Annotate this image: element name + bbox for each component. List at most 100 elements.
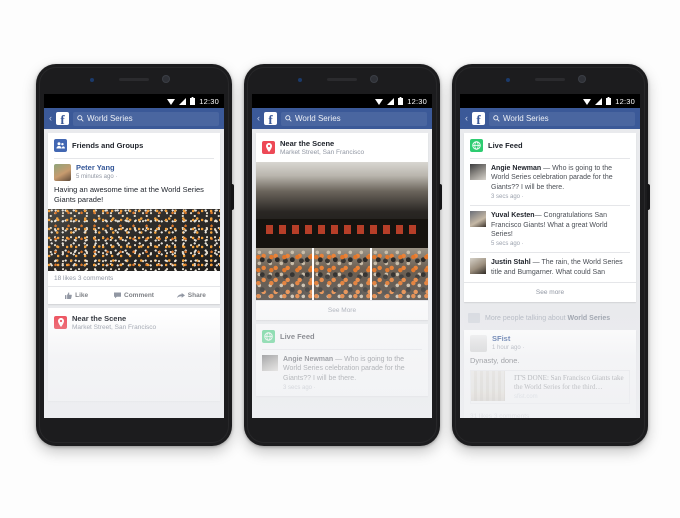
status-bar: 12:30 — [252, 94, 432, 108]
live-feed-dash: — — [534, 212, 544, 220]
grid-photo-3[interactable] — [371, 248, 428, 300]
section-header-live-feed[interactable]: Live Feed — [464, 133, 636, 158]
avatar[interactable] — [470, 258, 486, 275]
search-icon — [285, 115, 292, 122]
avatar[interactable] — [470, 335, 487, 352]
phone-screen-1: 12:30 ‹ f World Series Friends and Group… — [44, 94, 224, 418]
power-button[interactable] — [647, 184, 650, 210]
comment-button[interactable]: Comment — [105, 287, 162, 304]
near-scene-hero-photo[interactable] — [256, 162, 428, 248]
location-pin-icon — [54, 315, 67, 329]
more-people-talking-row[interactable]: More people talking about World Series — [460, 306, 640, 330]
near-the-scene-card: Near the Scene Market Street, San Franci… — [48, 307, 220, 401]
section-header-live-feed[interactable]: Live Feed — [256, 324, 428, 349]
post-stats[interactable]: 18 likes 3 comments — [48, 271, 220, 286]
section-header-friends[interactable]: Friends and Groups — [48, 133, 220, 158]
more-people-prefix: More people talking about — [485, 314, 568, 322]
live-feed-dash: — — [541, 165, 553, 172]
search-query-text: World Series — [503, 114, 549, 123]
search-icon — [493, 115, 500, 122]
section-header-near-scene[interactable]: Near the Scene Market Street, San Franci… — [48, 308, 220, 337]
near-scene-photo[interactable] — [48, 337, 220, 401]
share-button[interactable]: Share — [163, 287, 220, 304]
live-feed-item[interactable]: Justin Stahl — The rain, the World Serie… — [464, 253, 636, 282]
facebook-logo-icon[interactable]: f — [472, 112, 485, 127]
live-feed-text: Yuval Kesten— Congratulations San Franci… — [491, 211, 630, 239]
search-icon — [77, 115, 84, 122]
search-query-text: World Series — [295, 114, 341, 123]
battery-icon — [190, 94, 196, 110]
facebook-logo-icon[interactable]: f — [56, 112, 69, 126]
live-feed-item[interactable]: Yuval Kesten— Congratulations San Franci… — [464, 206, 636, 252]
post-text: Having an awesome time at the World Seri… — [54, 185, 204, 204]
live-feed-card: Live Feed Angie Newman — Who is going to… — [464, 133, 636, 302]
live-feed-timestamp: 3 secs ago · — [491, 194, 524, 201]
phone-screen-2: 12:30 ‹ f World Series Near the Scene Ma… — [252, 94, 432, 418]
avatar[interactable] — [470, 211, 486, 228]
live-feed-author[interactable]: Justin Stahl — [491, 259, 531, 266]
page-post-card: SFist 1 hour ago · Dynasty, done. IT'S D… — [464, 330, 636, 418]
signal-icon — [179, 94, 187, 110]
live-feed-author[interactable]: Yuval Kesten — [491, 212, 535, 219]
post-author-name[interactable]: SFist — [492, 334, 524, 344]
live-feed-dash: — — [530, 259, 542, 267]
live-feed-author[interactable]: Angie Newman — [283, 356, 333, 363]
live-feed-item[interactable]: Angie Newman — Who is going to the World… — [256, 350, 428, 396]
link-text-block: IT'S DONE: San Francisco Giants take the… — [510, 371, 629, 403]
power-button[interactable] — [439, 184, 442, 210]
feed-scroll-1[interactable]: Friends and Groups Peter Yang 5 minutes … — [44, 129, 224, 418]
live-feed-timestamp: 3 secs ago · — [283, 385, 316, 392]
share-label: Share — [187, 291, 206, 299]
facebook-logo-letter: f — [476, 112, 481, 127]
search-input[interactable]: World Series — [73, 111, 219, 126]
live-feed-item[interactable]: Angie Newman — Who is going to the World… — [464, 159, 636, 205]
back-icon[interactable]: ‹ — [257, 114, 260, 123]
see-more-button[interactable]: See More — [256, 300, 428, 320]
link-title[interactable]: IT'S DONE: San Francisco Giants take the… — [514, 374, 625, 392]
back-icon[interactable]: ‹ — [465, 114, 468, 123]
feed-scroll-2[interactable]: Near the Scene Market Street, San Franci… — [252, 129, 432, 418]
section-subtitle-near-scene: Market Street, San Francisco — [280, 149, 365, 156]
post-photo[interactable] — [48, 208, 220, 271]
back-icon[interactable]: ‹ — [49, 114, 52, 123]
wifi-icon — [583, 94, 592, 110]
post-header: Peter Yang 5 minutes ago · — [54, 163, 214, 181]
section-header-near-scene[interactable]: Near the Scene Market Street, San Franci… — [256, 133, 428, 162]
screenshot-canvas: 12:30 ‹ f World Series Friends and Group… — [0, 0, 680, 518]
near-the-scene-card: Near the Scene Market Street, San Franci… — [256, 133, 428, 320]
phone-screen-3: 12:30 ‹ f World Series Live Feed Angie N… — [460, 94, 640, 418]
post-header: SFist 1 hour ago · — [470, 334, 630, 352]
post-author-name[interactable]: Peter Yang — [76, 163, 117, 173]
link-thumbnail[interactable] — [471, 370, 505, 401]
search-input[interactable]: World Series — [489, 111, 635, 126]
earpiece-speaker — [119, 78, 149, 81]
section-title-near-scene: Near the Scene — [280, 139, 335, 148]
search-input[interactable]: World Series — [281, 111, 427, 126]
grid-photo-1[interactable] — [256, 248, 313, 300]
grid-photo-2[interactable] — [313, 248, 371, 300]
avatar[interactable] — [470, 164, 486, 180]
power-button[interactable] — [231, 184, 234, 210]
facebook-logo-icon[interactable]: f — [264, 112, 277, 126]
avatar[interactable] — [54, 164, 71, 181]
post-stats[interactable]: 31 likes 3 comments — [464, 409, 636, 418]
more-photos-icon — [468, 313, 480, 323]
earpiece-speaker — [327, 78, 357, 81]
section-title-live-feed: Live Feed — [280, 332, 315, 341]
more-people-text: More people talking about World Series — [485, 315, 610, 322]
link-attachment[interactable]: IT'S DONE: San Francisco Giants take the… — [470, 369, 630, 405]
app-bar: ‹ f World Series — [252, 108, 432, 129]
app-bar: ‹ f World Series — [44, 108, 224, 129]
avatar[interactable] — [262, 355, 278, 371]
live-feed-author[interactable]: Angie Newman — [491, 165, 541, 172]
status-bar-clock: 12:30 — [199, 96, 219, 106]
notification-led — [506, 78, 510, 82]
see-more-button[interactable]: See more — [464, 282, 636, 302]
signal-icon — [387, 94, 395, 110]
wifi-icon — [375, 94, 384, 110]
post-action-bar: Like Comment Share — [48, 285, 220, 304]
front-camera — [162, 75, 170, 83]
link-domain: sfist.com — [514, 394, 538, 401]
like-button[interactable]: Like — [48, 287, 105, 304]
feed-scroll-3[interactable]: Live Feed Angie Newman — Who is going to… — [460, 129, 640, 418]
